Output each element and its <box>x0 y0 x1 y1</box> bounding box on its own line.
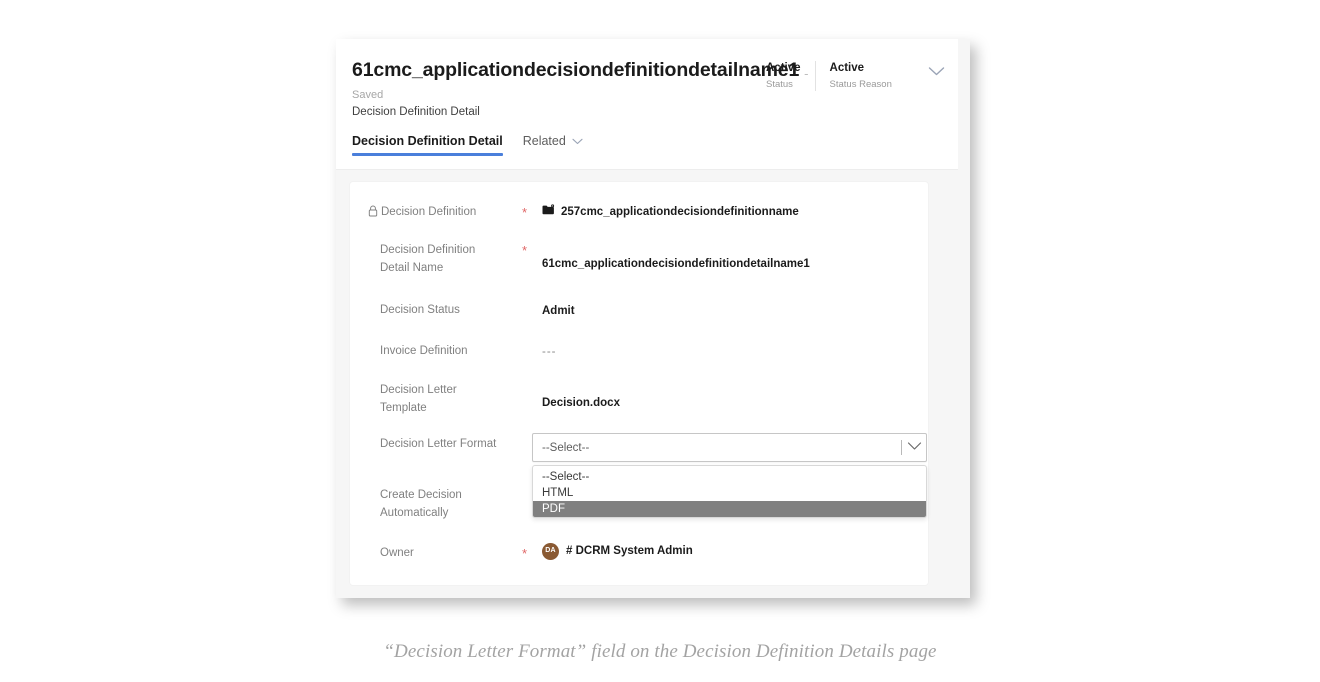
status-label: Status <box>766 78 793 90</box>
saved-status-text: Saved <box>352 89 384 101</box>
required-indicator: * <box>522 205 528 220</box>
field-value-owner[interactable]: DA # DCRM System Admin <box>542 543 693 561</box>
decision-letter-format-combobox: --Select-- --Select-- HTML PDF <box>532 433 927 518</box>
chevron-down-icon[interactable] <box>928 64 945 82</box>
tab-related[interactable]: Related <box>523 134 583 156</box>
record-header: 61cmc_applicationdecisiondefinitiondetai… <box>336 39 958 170</box>
combobox-option-select[interactable]: --Select-- <box>533 469 926 485</box>
page-title: 61cmc_applicationdecisiondefinitiondetai… <box>352 59 800 81</box>
chevron-down-icon <box>907 441 922 454</box>
field-value-invoice-definition[interactable]: --- <box>542 344 557 361</box>
field-label: Create Decision Automatically <box>380 489 462 519</box>
required-indicator: * <box>522 546 528 561</box>
field-label-wrapper: Decision Definition <box>368 204 493 224</box>
status-summary: Active Status Active Status Reason <box>766 61 945 92</box>
field-value-detail-name[interactable]: 61cmc_applicationdecisiondefinitiondetai… <box>542 256 810 273</box>
entity-type-label: Decision Definition Detail <box>352 106 480 118</box>
status-cell-status-reason[interactable]: Active Status Reason <box>814 61 906 92</box>
record-page-panel: 61cmc_applicationdecisiondefinitiondetai… <box>336 39 970 598</box>
field-value-letter-template[interactable]: Decision.docx <box>542 395 620 412</box>
field-label: Owner <box>380 547 414 559</box>
combobox-option-list: --Select-- HTML PDF <box>532 465 927 518</box>
decision-letter-format-input[interactable]: --Select-- <box>532 433 927 462</box>
combobox-toggle[interactable] <box>901 434 922 461</box>
field-value-decision-definition[interactable]: 257cmc_applicationdecisiondefinitionname <box>542 204 799 221</box>
field-label: Decision Letter Template <box>380 384 457 414</box>
tab-decision-definition-detail[interactable]: Decision Definition Detail <box>352 134 503 156</box>
combobox-option-pdf[interactable]: PDF <box>533 501 926 517</box>
lock-icon <box>368 205 378 224</box>
field-label: Decision Status <box>380 304 460 316</box>
combobox-selected-text: --Select-- <box>542 441 590 454</box>
combobox-option-html[interactable]: HTML <box>533 485 926 501</box>
form-card: Decision Definition * 257cmc_application… <box>349 181 929 586</box>
field-label: Decision Definition <box>381 206 477 218</box>
owner-name: # DCRM System Admin <box>566 545 693 557</box>
field-value-decision-status[interactable]: Admit <box>542 303 575 320</box>
status-value: Active <box>766 62 801 74</box>
combobox-separator <box>901 440 902 455</box>
avatar: DA <box>542 543 559 561</box>
field-label: Decision Letter Format <box>380 438 497 450</box>
field-label: Invoice Definition <box>380 345 468 357</box>
tab-label: Related <box>522 134 566 148</box>
field-label: Decision Definition Detail Name <box>380 244 476 274</box>
lookup-value-text: 257cmc_applicationdecisiondefinitionname <box>561 206 799 218</box>
tab-label: Decision Definition Detail <box>352 134 503 148</box>
status-reason-value: Active <box>829 62 865 74</box>
status-reason-label: Status Reason <box>829 78 892 90</box>
required-indicator: * <box>522 243 528 258</box>
entity-record-icon <box>542 204 555 221</box>
figure-caption: “Decision Letter Format” field on the De… <box>383 641 937 662</box>
chevron-down-icon <box>572 134 583 148</box>
status-cell-status[interactable]: Active Status <box>766 61 815 91</box>
tab-strip: Decision Definition Detail Related <box>352 134 603 156</box>
